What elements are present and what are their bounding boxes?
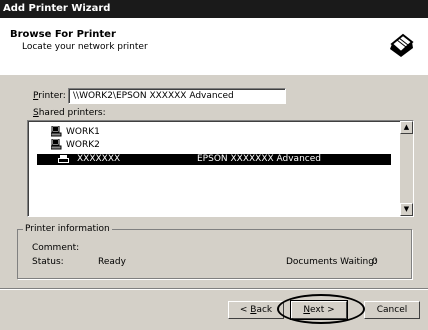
cancel-button[interactable]: Cancel <box>364 301 420 319</box>
wizard-header: Browse For Printer Locate your network p… <box>0 18 428 75</box>
shared-printers-tree[interactable]: WORK1 WORK2 XXXXXXX EPSON XXXXXXX Advanc… <box>27 120 414 217</box>
selected-printer-description: EPSON XXXXXXX Advanced <box>197 154 321 164</box>
scroll-down-button[interactable]: ▼ <box>400 203 413 216</box>
printer-wizard-icon <box>387 31 415 61</box>
page-subtitle: Locate your network printer <box>22 42 148 52</box>
footer-divider <box>0 288 428 290</box>
tree-item-work1[interactable]: WORK1 <box>51 126 100 138</box>
documents-waiting-label: Documents Waiting: <box>286 257 377 267</box>
status-value: Ready <box>98 257 126 267</box>
tree-item-label: WORK2 <box>66 140 100 150</box>
shared-printers-label-rest: hared printers: <box>38 108 106 118</box>
tree-item-work2[interactable]: WORK2 <box>51 139 100 151</box>
tree-scrollbar[interactable]: ▲ ▼ <box>400 121 413 216</box>
printer-icon <box>58 155 69 163</box>
header-divider <box>0 74 428 75</box>
computer-icon <box>51 126 62 137</box>
shared-printers-label: Shared printers: <box>33 108 106 118</box>
scroll-up-button[interactable]: ▲ <box>400 121 413 134</box>
status-label: Status: <box>32 257 64 267</box>
printer-info-group: Printer information <box>17 224 412 279</box>
back-button-prefix: < <box>239 305 251 315</box>
printer-label: Printer: <box>33 91 66 101</box>
tree-item-label: WORK1 <box>66 127 100 137</box>
documents-waiting-value: 0 <box>372 257 378 267</box>
back-button-rest: ack <box>256 305 273 315</box>
selected-printer-name: XXXXXXX <box>77 154 121 164</box>
title-bar: Add Printer Wizard <box>0 0 428 18</box>
computer-icon <box>51 139 62 150</box>
next-button-rest: ext > <box>310 305 335 315</box>
printer-info-title: Printer information <box>23 224 112 234</box>
printer-path-input[interactable]: \\WORK2\EPSON XXXXXX Advanced <box>68 88 286 104</box>
back-button[interactable]: < Back <box>228 301 284 319</box>
next-button[interactable]: Next > <box>290 300 348 320</box>
page-title: Browse For Printer <box>10 29 116 40</box>
tree-item-selected-printer[interactable]: XXXXXXX EPSON XXXXXXX Advanced <box>37 154 391 165</box>
printer-label-rest: rinter: <box>38 91 66 101</box>
comment-label: Comment: <box>32 243 80 253</box>
